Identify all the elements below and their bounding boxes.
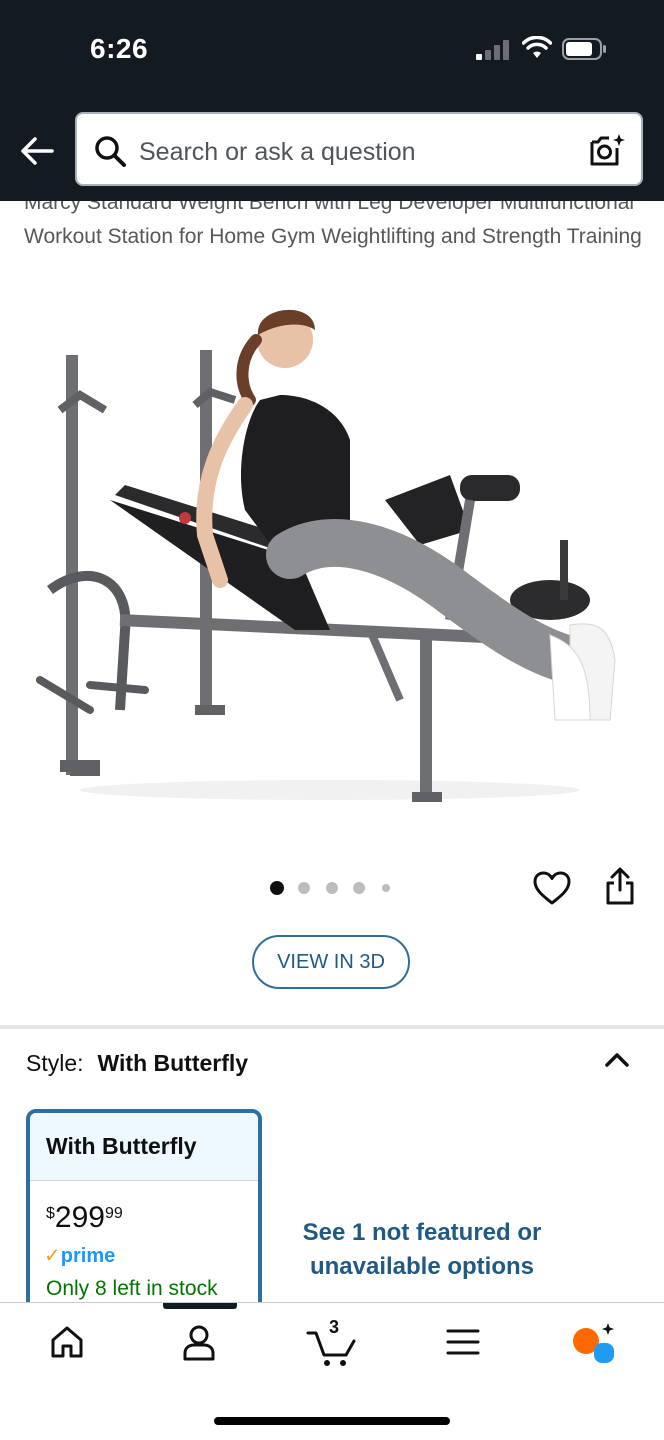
home-indicator (214, 1417, 450, 1425)
price-cents: 99 (104, 1205, 123, 1222)
back-arrow-icon[interactable] (18, 132, 56, 170)
wifi-icon (522, 36, 552, 58)
product-image[interactable] (30, 300, 634, 820)
stock-status: Only 8 left in stock (46, 1277, 218, 1300)
account-icon[interactable] (180, 1323, 218, 1363)
see-unavailable-options-link[interactable]: See 1 not featured or unavailable option… (296, 1216, 548, 1284)
home-icon[interactable] (48, 1323, 86, 1361)
app-header: 6:26 Search or ask a question (0, 0, 664, 201)
carousel-dot[interactable] (326, 882, 338, 894)
view-in-3d-button[interactable]: VIEW IN 3D (252, 935, 410, 989)
cart-count-badge: 3 (329, 1317, 340, 1337)
menu-icon[interactable] (446, 1327, 480, 1357)
camera-search-icon[interactable] (589, 132, 627, 168)
style-selector-header[interactable]: Style: With Butterfly (26, 1050, 248, 1077)
chevron-up-icon[interactable] (604, 1050, 630, 1068)
search-input[interactable]: Search or ask a question (139, 138, 416, 167)
style-option-price: $29999 (46, 1201, 123, 1235)
search-icon (95, 136, 126, 167)
carousel-dot[interactable] (270, 881, 284, 895)
status-time: 6:26 (90, 33, 149, 64)
style-option-card[interactable]: With Butterfly $29999 ✓prime Only 8 left… (26, 1109, 262, 1329)
section-divider (0, 1025, 664, 1029)
price-whole: 299 (54, 1201, 105, 1234)
rufus-assistant-icon[interactable] (570, 1321, 618, 1365)
cellular-signal-icon (476, 40, 510, 60)
style-selected-value: With Butterfly (97, 1050, 249, 1076)
wishlist-heart-icon[interactable] (532, 870, 572, 906)
carousel-dot[interactable] (353, 882, 365, 894)
share-icon[interactable] (604, 866, 636, 906)
prime-badge: ✓prime (44, 1243, 115, 1268)
price-currency: $ (46, 1205, 55, 1222)
style-option-name: With Butterfly (30, 1113, 258, 1181)
bottom-navigation: 3 (0, 1302, 664, 1440)
carousel-dot[interactable] (298, 882, 310, 894)
prime-check-icon: ✓ (44, 1245, 61, 1267)
prime-label: prime (60, 1245, 116, 1267)
battery-icon (562, 38, 606, 60)
search-bar[interactable]: Search or ask a question (75, 112, 643, 186)
carousel-dot[interactable] (382, 884, 390, 892)
active-tab-indicator (163, 1303, 237, 1309)
style-label: Style: (26, 1050, 84, 1076)
